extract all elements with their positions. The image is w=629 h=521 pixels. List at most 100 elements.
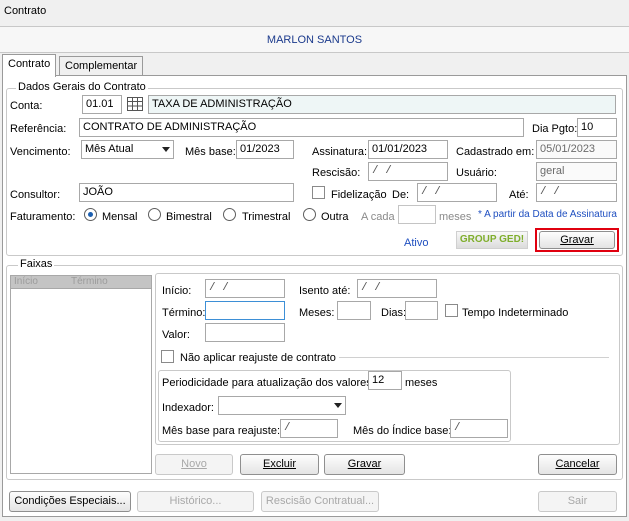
cadastrado-label: Cadastrado em: [456,146,535,158]
mes-base-field[interactable]: 01/2023 [236,140,294,159]
tab-contrato[interactable]: Contrato [2,54,57,77]
faixa-gravar-button[interactable]: Gravar [324,454,405,475]
faixa-meses-label: Meses: [299,307,335,319]
dia-pgto-field[interactable]: 10 [577,118,617,137]
usuario-field: geral [536,162,617,181]
reajuste-separator [339,357,609,358]
faturamento-radio-bimestral[interactable] [148,208,161,221]
faixas-list[interactable]: Início Término [10,275,152,474]
client-name: MARLON SANTOS [266,34,363,46]
faturamento-radio-mensal[interactable] [84,208,97,221]
faixa-meses-field[interactable] [337,301,371,320]
faixa-dias-field[interactable] [405,301,438,320]
faixa-valor-field[interactable] [205,323,285,342]
faixa-termino-field[interactable] [205,301,285,320]
rescisao-label: Rescisão: [312,167,361,179]
conta-description-field: TAXA DE ADMINISTRAÇÃO [148,95,616,114]
mes-base-reajuste-label: Mês base para reajuste: [162,425,281,437]
assinatura-field[interactable]: 01/01/2023 [368,140,448,159]
indexador-select[interactable] [218,396,346,415]
mes-base-label: Mês base: [185,146,236,158]
tempo-indeterminado-checkbox[interactable] [445,304,458,317]
gravar-button[interactable]: Gravar [539,231,615,249]
periodicidade-label: Periodicidade para atualização dos valor… [162,377,375,389]
faixa-valor-label: Valor: [162,329,190,341]
tempo-indeterminado-label: Tempo Indeterminado [462,307,569,319]
list-header-termino[interactable]: Término [71,276,108,288]
de-field[interactable]: / / [417,183,497,202]
historico-button[interactable]: Histórico... [137,491,254,512]
client-name-bar: MARLON SANTOS [0,26,629,53]
faturamento-option-bimestral: Bimestral [166,211,212,223]
faturamento-label: Faturamento: [10,211,76,223]
periodicidade-unit: meses [405,377,438,389]
a-cada-field[interactable] [398,205,436,224]
rescisao-contratual-button[interactable]: Rescisão Contratual... [261,491,379,512]
referencia-field[interactable]: CONTRATO DE ADMINISTRAÇÃO [79,118,524,137]
novo-button[interactable]: Novo [155,454,233,475]
status-label: Ativo [404,237,429,249]
condicoes-especiais-button[interactable]: Condições Especiais... [9,491,131,512]
group-dados-gerais-title: Dados Gerais do Contrato [16,81,148,93]
fidelizacao-label: Fidelização [331,189,387,201]
mes-base-reajuste-field[interactable]: / [280,419,338,438]
faixa-inicio-field[interactable]: / / [205,279,285,298]
dia-pgto-label: Dia Pgto: [532,123,578,135]
consultor-label: Consultor: [10,189,61,201]
sair-button[interactable]: Sair [538,491,617,512]
chevron-down-icon [162,147,170,152]
list-header-inicio[interactable]: Início [14,276,38,288]
assinatura-note: * A partir da Data de Assinatura [478,209,617,220]
tab-complementar[interactable]: Complementar [59,56,144,77]
faixas-list-header: Início Término [11,276,151,289]
assinatura-label: Assinatura: [312,146,368,158]
cancelar-button-label: Cancelar [555,458,600,470]
usuario-label: Usuário: [456,167,497,179]
excluir-button-label: Excluir [262,458,296,470]
ate-field[interactable]: / / [536,183,617,202]
window-title: Contrato [4,5,47,17]
faturamento-option-outra: Outra [321,211,349,223]
vencimento-select[interactable]: Mês Atual [81,140,174,159]
gravar-button-label: Gravar [560,234,594,246]
excluir-button[interactable]: Excluir [240,454,319,475]
periodicidade-field[interactable]: 12 [368,371,402,390]
indexador-label: Indexador: [162,402,214,414]
faixa-dias-label: Dias: [381,307,407,319]
group-ged-logo: GROUP GED! [456,231,528,249]
fidelizacao-checkbox[interactable] [312,186,325,199]
faturamento-radio-trimestral[interactable] [223,208,236,221]
faturamento-option-mensal: Mensal [102,211,138,223]
meses-label: meses [439,211,472,223]
nao-aplicar-reajuste-checkbox[interactable] [161,350,174,363]
mes-indice-field[interactable]: / [450,419,508,438]
consultor-field[interactable]: JOÃO [79,183,294,202]
isento-label: Isento até: [299,285,351,297]
vencimento-label: Vencimento: [10,146,71,158]
condicoes-especiais-label: Condições Especiais... [14,495,126,507]
faixa-inicio-label: Início: [162,285,192,297]
isento-field[interactable]: / / [357,279,437,298]
cancelar-button[interactable]: Cancelar [538,454,617,475]
mes-indice-label: Mês do Índice base: [353,425,452,437]
conta-label: Conta: [10,100,43,112]
group-faixas-title: Faixas [18,258,55,270]
referencia-label: Referência: [10,123,67,135]
ate-label: Até: [509,189,529,201]
chevron-down-icon [334,403,342,408]
table-lookup-icon[interactable] [127,97,143,111]
sair-label: Sair [567,495,588,507]
faturamento-option-trimestral: Trimestral [242,211,291,223]
rescisao-contratual-label: Rescisão Contratual... [265,495,375,507]
conta-code-field[interactable]: 01.01 [82,95,122,114]
logo-text: GROUP GED! [459,234,525,245]
nao-aplicar-reajuste-label: Não aplicar reajuste de contrato [180,352,336,364]
faturamento-radio-outra[interactable] [303,208,316,221]
historico-label: Histórico... [169,495,222,507]
faixa-termino-label: Término: [162,307,206,319]
rescisao-field[interactable]: / / [368,162,448,181]
vencimento-value: Mês Atual [85,143,134,155]
de-label: De: [392,189,410,201]
cadastrado-field: 05/01/2023 [536,140,617,159]
faixa-gravar-button-label: Gravar [347,458,382,470]
